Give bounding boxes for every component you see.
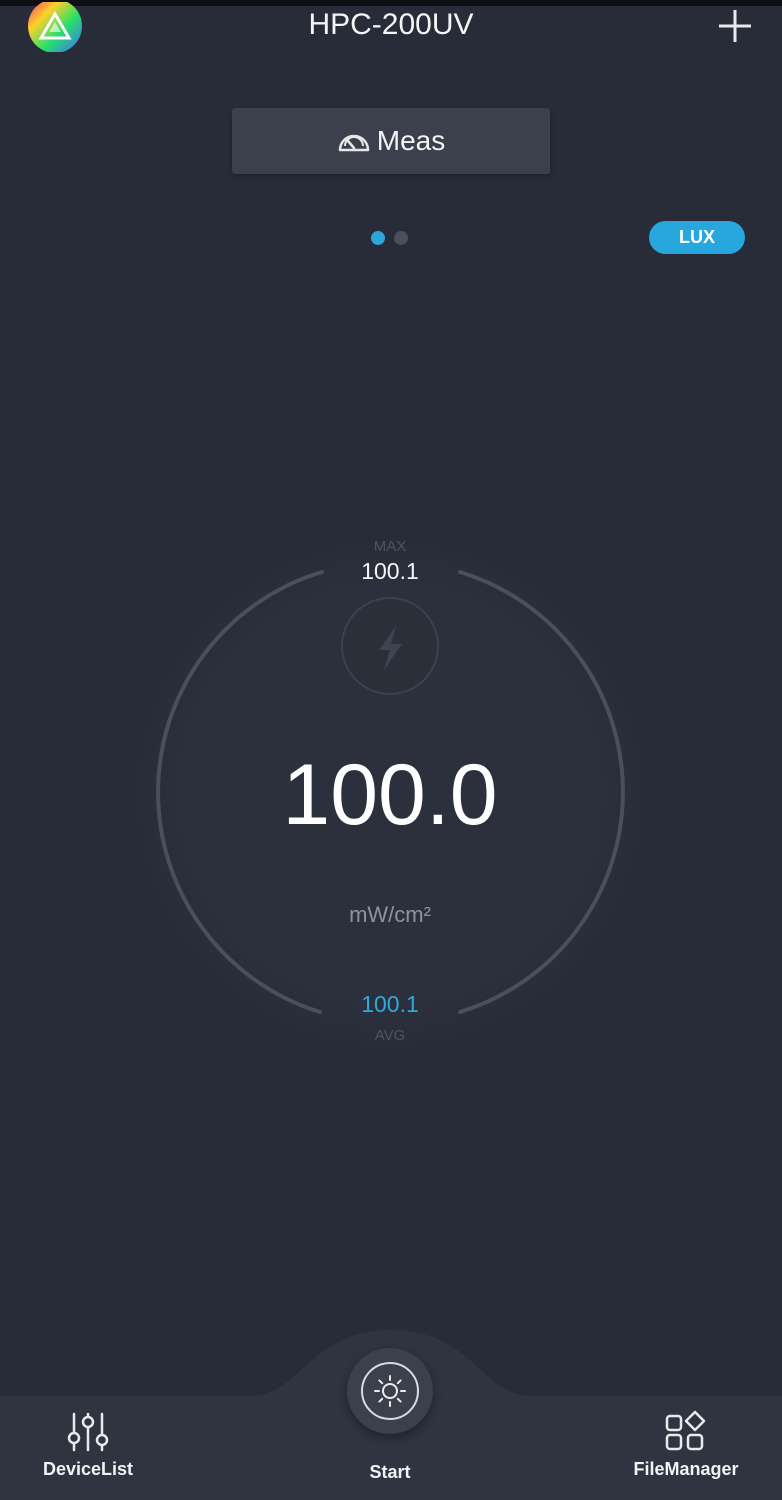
reading-unit: mW/cm² (349, 902, 431, 927)
irradiance-gauge: MAX 100.1 100.0 mW/cm² 100.1 AVG (130, 530, 650, 1050)
max-label: MAX (373, 538, 407, 555)
lux-unit-button[interactable]: LUX (649, 221, 745, 254)
start-button[interactable] (347, 1348, 433, 1434)
max-value: 100.1 (361, 558, 419, 584)
grid-shapes-icon (665, 1410, 706, 1451)
page-dot-1[interactable] (371, 231, 385, 245)
nav-start[interactable]: Start (330, 1348, 450, 1483)
nav-device-list-label: DeviceList (42, 1459, 134, 1479)
sun-icon (374, 1375, 406, 1407)
avg-label: AVG (374, 1027, 406, 1044)
nav-device-list[interactable]: DeviceList (28, 1410, 148, 1480)
meas-tab[interactable]: Meas (232, 108, 550, 174)
plus-icon[interactable] (715, 6, 755, 46)
nav-start-label: Start (369, 1462, 411, 1482)
speedometer-icon (338, 134, 370, 152)
nav-file-manager-label: FileManager (633, 1459, 739, 1479)
meas-tab-label: Meas (376, 125, 446, 156)
avg-value: 100.1 (361, 991, 419, 1017)
page-indicator (371, 231, 408, 245)
nav-file-manager[interactable]: FileManager (620, 1410, 752, 1480)
page-dot-2[interactable] (394, 231, 408, 245)
current-reading: 100.0 (282, 747, 498, 843)
sliders-icon (67, 1412, 109, 1452)
device-title: HPC-200UV (308, 8, 474, 41)
